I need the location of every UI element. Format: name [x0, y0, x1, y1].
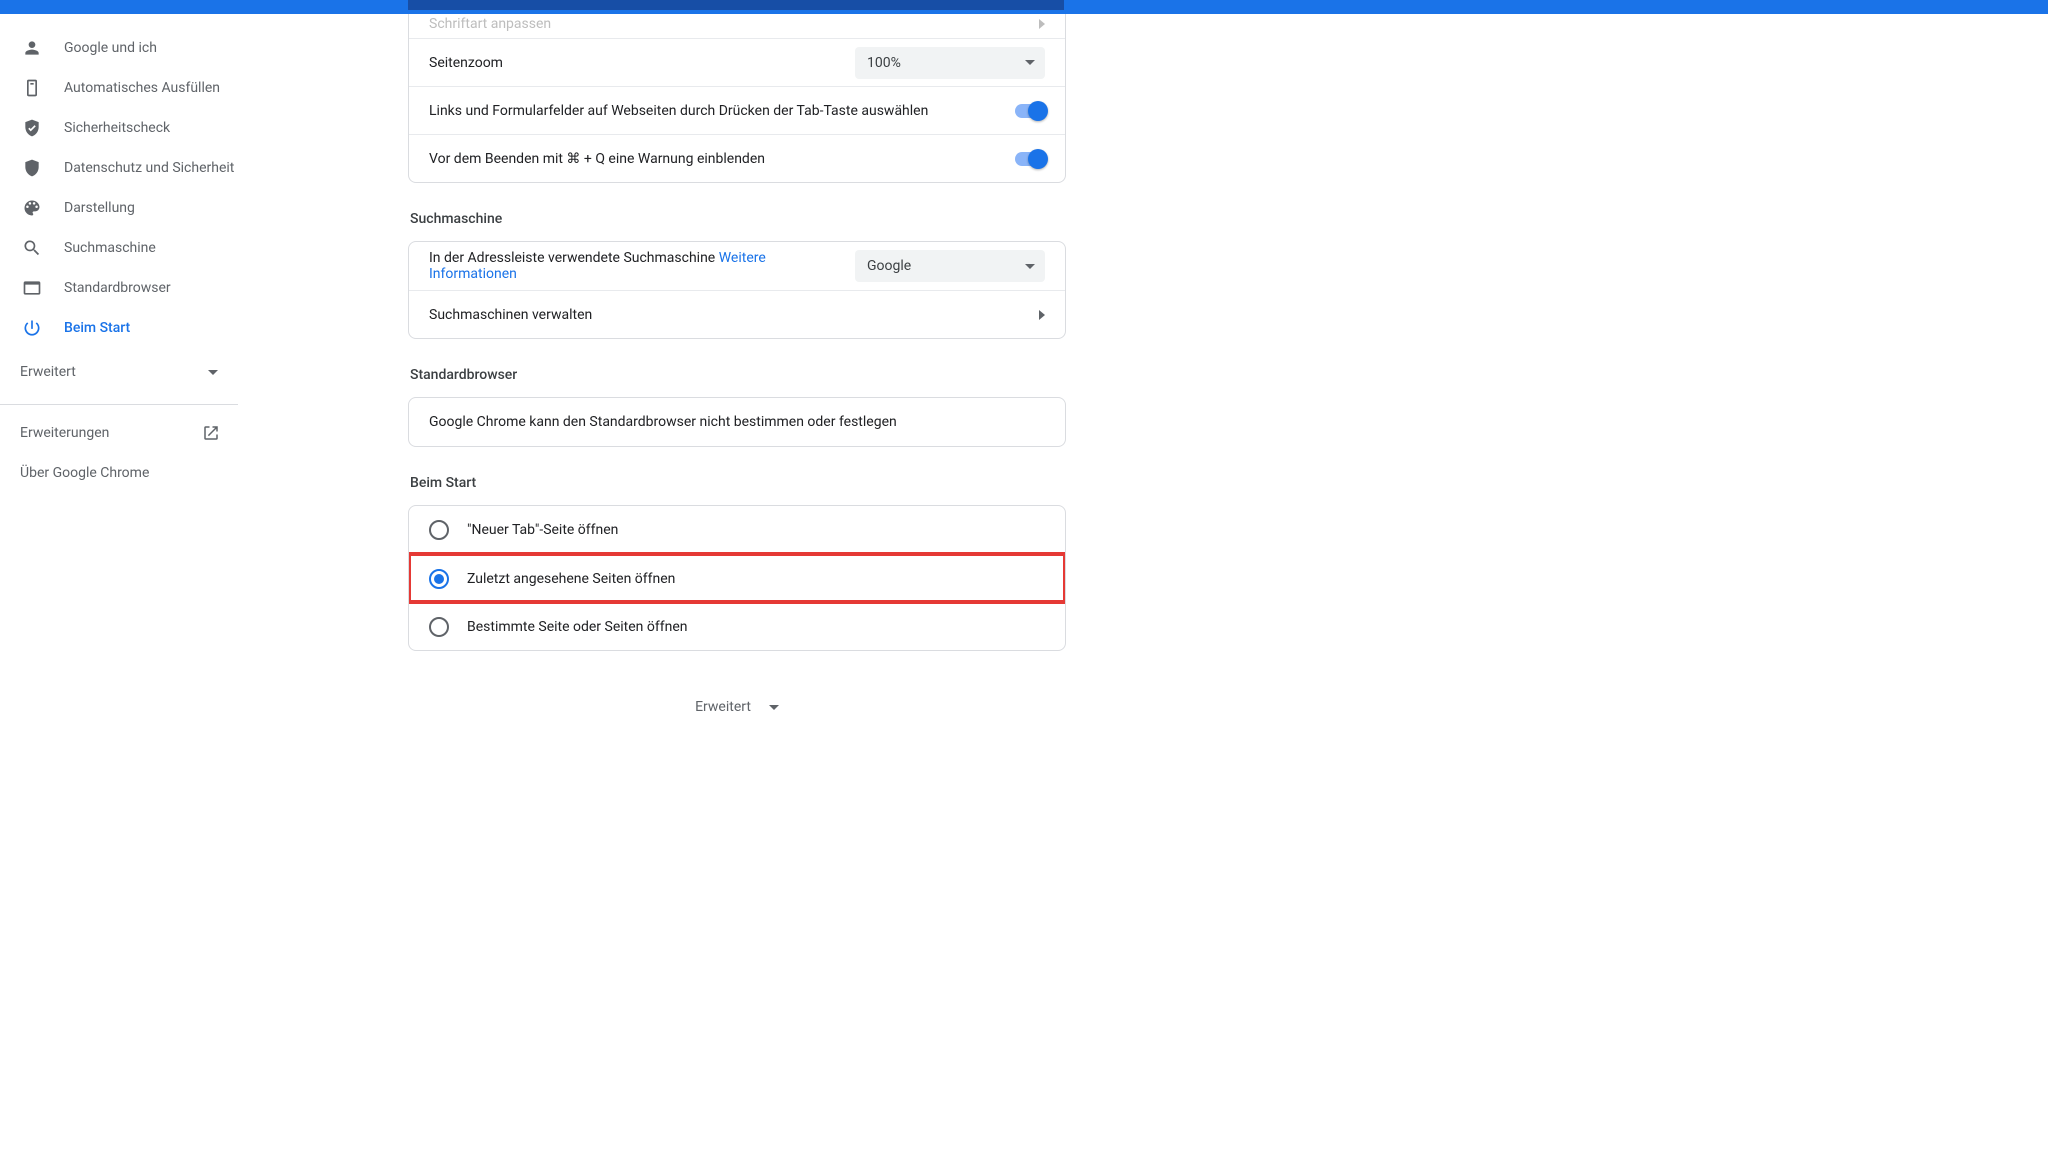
advanced-expand-button[interactable]: Erweitert — [408, 699, 1066, 715]
sidebar-advanced-label: Erweitert — [20, 364, 76, 380]
blue-top-bar — [0, 0, 2048, 14]
startup-card: "Neuer Tab"-Seite öffnen Zuletzt angeseh… — [408, 505, 1066, 651]
sidebar-item-on-startup[interactable]: Beim Start — [0, 308, 238, 348]
section-title-startup: Beim Start — [410, 475, 1066, 491]
sidebar-item-about[interactable]: Über Google Chrome — [0, 453, 238, 493]
sidebar-label: Automatisches Ausfüllen — [64, 80, 220, 96]
startup-option-label: Zuletzt angesehene Seiten öffnen — [467, 571, 675, 587]
row-manage-search-engines[interactable]: Suchmaschinen verwalten — [409, 290, 1065, 338]
search-card: In der Adressleiste verwendete Suchmasch… — [408, 241, 1066, 339]
customize-fonts-label: Schriftart anpassen — [429, 16, 551, 32]
browser-icon — [22, 278, 42, 298]
radio-checked-icon — [429, 569, 449, 589]
chevron-right-icon — [1039, 19, 1045, 29]
page-zoom-label: Seitenzoom — [429, 55, 503, 71]
row-page-zoom: Seitenzoom 100% — [409, 38, 1065, 86]
section-title-search: Suchmaschine — [410, 211, 1066, 227]
sidebar-label: Suchmaschine — [64, 240, 156, 256]
palette-icon — [22, 198, 42, 218]
default-browser-card: Google Chrome kann den Standardbrowser n… — [408, 397, 1066, 447]
settings-main: Schriftart anpassen Seitenzoom 100% Link… — [238, 14, 2048, 1152]
sidebar-label: Datenschutz und Sicherheit — [64, 160, 234, 176]
blue-top-bar-dark — [408, 0, 1064, 10]
addressbar-engine-label: In der Adressleiste verwendete Suchmasch… — [429, 250, 855, 282]
page-zoom-select[interactable]: 100% — [855, 47, 1045, 79]
sidebar-about-label: Über Google Chrome — [20, 465, 149, 481]
page-zoom-value: 100% — [867, 55, 901, 71]
search-icon — [22, 238, 42, 258]
sidebar-label: Sicherheitscheck — [64, 120, 170, 136]
sidebar-item-safety-check[interactable]: Sicherheitscheck — [0, 108, 238, 148]
sidebar-label: Beim Start — [64, 320, 130, 336]
sidebar-label: Google und ich — [64, 40, 157, 56]
chevron-down-icon — [1025, 60, 1035, 65]
chevron-down-icon — [769, 705, 779, 710]
sidebar-item-default-browser[interactable]: Standardbrowser — [0, 268, 238, 308]
sidebar-item-autofill[interactable]: Automatisches Ausfüllen — [0, 68, 238, 108]
sidebar-advanced-toggle[interactable]: Erweitert — [0, 348, 238, 396]
addressbar-engine-text: In der Adressleiste verwendete Suchmasch… — [429, 250, 719, 266]
tab-select-toggle[interactable] — [1015, 104, 1045, 118]
person-icon — [22, 38, 42, 58]
clipboard-icon — [22, 78, 42, 98]
shield-check-icon — [22, 118, 42, 138]
radio-icon — [429, 520, 449, 540]
startup-option-new-tab[interactable]: "Neuer Tab"-Seite öffnen — [409, 506, 1065, 554]
search-engine-select[interactable]: Google — [855, 250, 1045, 282]
sidebar-divider — [0, 404, 238, 405]
sidebar-item-google-and-me[interactable]: Google und ich — [0, 28, 238, 68]
chevron-down-icon — [208, 370, 218, 375]
chevron-right-icon — [1039, 310, 1045, 320]
sidebar-extensions-label: Erweiterungen — [20, 425, 109, 441]
manage-search-label: Suchmaschinen verwalten — [429, 307, 592, 323]
sidebar-item-search-engine[interactable]: Suchmaschine — [0, 228, 238, 268]
sidebar-item-extensions[interactable]: Erweiterungen — [0, 413, 238, 453]
appearance-card: Schriftart anpassen Seitenzoom 100% Link… — [408, 14, 1066, 183]
power-icon — [22, 318, 42, 338]
default-browser-text: Google Chrome kann den Standardbrowser n… — [429, 414, 897, 430]
shield-icon — [22, 158, 42, 178]
row-tab-select: Links und Formularfelder auf Webseiten d… — [409, 86, 1065, 134]
startup-option-label: Bestimmte Seite oder Seiten öffnen — [467, 619, 687, 635]
section-title-default-browser: Standardbrowser — [410, 367, 1066, 383]
settings-sidebar: Google und ich Automatisches Ausfüllen S… — [0, 14, 238, 1152]
warn-quit-label: Vor dem Beenden mit ⌘ + Q eine Warnung e… — [429, 151, 765, 167]
row-addressbar-engine: In der Adressleiste verwendete Suchmasch… — [409, 242, 1065, 290]
search-engine-value: Google — [867, 258, 911, 274]
sidebar-label: Standardbrowser — [64, 280, 171, 296]
sidebar-item-appearance[interactable]: Darstellung — [0, 188, 238, 228]
startup-option-label: "Neuer Tab"-Seite öffnen — [467, 522, 618, 538]
sidebar-label: Darstellung — [64, 200, 135, 216]
tab-select-label: Links und Formularfelder auf Webseiten d… — [429, 103, 928, 119]
advanced-label: Erweitert — [695, 699, 751, 715]
row-warn-quit: Vor dem Beenden mit ⌘ + Q eine Warnung e… — [409, 134, 1065, 182]
radio-icon — [429, 617, 449, 637]
external-link-icon — [202, 424, 220, 442]
sidebar-item-privacy[interactable]: Datenschutz und Sicherheit — [0, 148, 238, 188]
row-default-browser-info: Google Chrome kann den Standardbrowser n… — [409, 398, 1065, 446]
startup-option-continue[interactable]: Zuletzt angesehene Seiten öffnen — [409, 554, 1065, 602]
warn-quit-toggle[interactable] — [1015, 152, 1045, 166]
chevron-down-icon — [1025, 264, 1035, 269]
startup-option-specific-pages[interactable]: Bestimmte Seite oder Seiten öffnen — [409, 602, 1065, 650]
row-customize-fonts[interactable]: Schriftart anpassen — [409, 14, 1065, 38]
